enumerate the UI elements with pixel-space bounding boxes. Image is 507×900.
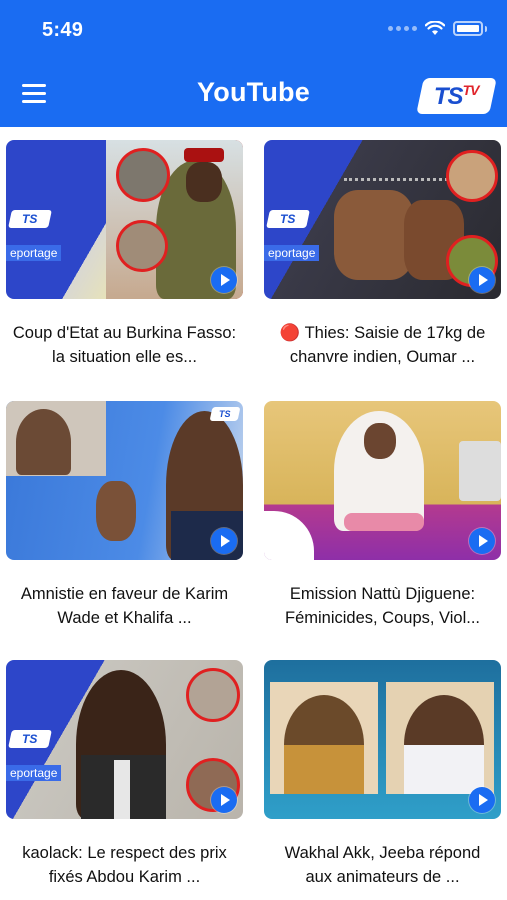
video-title[interactable]: Amnistie en faveur de Karim Wade et Khal… (6, 582, 243, 630)
video-thumbnail[interactable]: TS eportage (264, 140, 501, 299)
video-title[interactable]: Emission Nattù Djiguene: Féminicides, Co… (264, 582, 501, 630)
reportage-label: eportage (264, 245, 320, 261)
play-icon[interactable] (211, 267, 237, 293)
channel-logo: TSTV (416, 78, 497, 114)
video-title[interactable]: kaolack: Le respect des prix fixés Abdou… (6, 841, 243, 889)
video-grid: TS eportage Coup d'Etat au Burkina Fasso… (0, 127, 507, 900)
reportage-label: eportage (6, 245, 62, 261)
signal-icon (388, 26, 417, 31)
play-icon[interactable] (211, 787, 237, 813)
play-icon[interactable] (211, 528, 237, 554)
video-thumbnail[interactable] (264, 401, 501, 560)
wifi-icon (425, 21, 445, 35)
video-thumbnail[interactable]: TS eportage (6, 140, 243, 299)
video-thumbnail[interactable]: TS eportage (6, 660, 243, 819)
app-header: 5:49 YouTube TSTV (0, 0, 507, 127)
video-thumbnail[interactable]: TS (6, 401, 243, 560)
video-title[interactable]: 🔴 Thies: Saisie de 17kg de chanvre indie… (264, 321, 501, 369)
video-card[interactable]: Emission Nattù Djiguene: Féminicides, Co… (264, 401, 501, 630)
video-card[interactable]: TS eportage kaolack: Le respect des prix… (6, 660, 243, 889)
battery-tip (485, 25, 487, 32)
video-thumbnail[interactable] (264, 660, 501, 819)
video-card[interactable]: TS eportage 🔴 Thies: Saisie de 17kg de c… (264, 140, 501, 369)
video-card[interactable]: TS eportage Coup d'Etat au Burkina Fasso… (6, 140, 243, 369)
status-time: 5:49 (42, 19, 84, 41)
status-icons (388, 21, 487, 36)
play-icon[interactable] (469, 528, 495, 554)
video-card[interactable]: TS Amnistie en faveur de Karim Wade et K… (6, 401, 243, 630)
video-card[interactable]: Wakhal Akk, Jeeba répond aux animateurs … (264, 660, 501, 889)
reportage-label: eportage (6, 765, 62, 781)
video-title[interactable]: Wakhal Akk, Jeeba répond aux animateurs … (264, 841, 501, 889)
play-icon[interactable] (469, 267, 495, 293)
battery-icon (453, 21, 483, 36)
video-title[interactable]: Coup d'Etat au Burkina Fasso: la situati… (6, 321, 243, 369)
play-icon[interactable] (469, 787, 495, 813)
